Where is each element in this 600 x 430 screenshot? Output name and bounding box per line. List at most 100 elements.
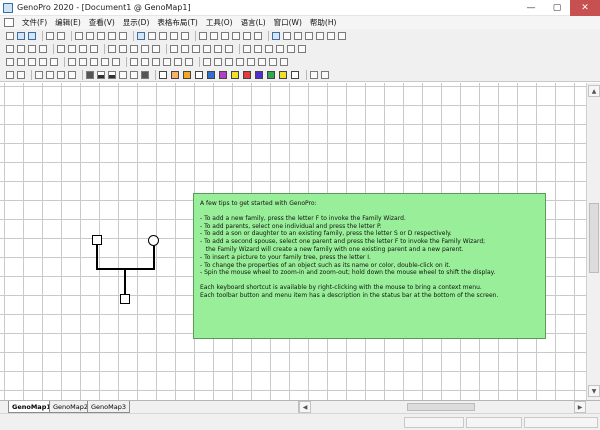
- child-male-symbol[interactable]: [120, 294, 130, 304]
- text-icon[interactable]: [283, 31, 291, 40]
- color-swatch-11[interactable]: [279, 70, 287, 79]
- fill-full-icon[interactable]: [86, 70, 94, 79]
- maximize-button[interactable]: ▢: [544, 0, 570, 16]
- fill-bottom-icon[interactable]: [108, 70, 116, 79]
- connector-c-icon[interactable]: [152, 57, 160, 66]
- miscarriage-icon[interactable]: [79, 44, 87, 53]
- divorced-icon[interactable]: [119, 44, 127, 53]
- zoom-in-icon[interactable]: [159, 31, 167, 40]
- emotional-close-icon[interactable]: [170, 44, 178, 53]
- relationship-icon[interactable]: [221, 31, 229, 40]
- label-icon[interactable]: [272, 31, 280, 40]
- line-triple-icon[interactable]: [50, 57, 58, 66]
- scroll-left-button[interactable]: ◀: [299, 401, 311, 413]
- copy-icon[interactable]: [86, 31, 94, 40]
- align-center-icon[interactable]: [254, 44, 262, 53]
- table-icon[interactable]: [287, 44, 295, 53]
- menu-help[interactable]: 帮助(H): [306, 16, 341, 29]
- cross-icon[interactable]: [46, 70, 54, 79]
- shape-g-icon[interactable]: [269, 57, 277, 66]
- double-slash-icon[interactable]: [57, 70, 65, 79]
- print-icon[interactable]: [46, 31, 54, 40]
- fill-half-icon[interactable]: [97, 70, 105, 79]
- shape-f-icon[interactable]: [258, 57, 266, 66]
- align-right-icon[interactable]: [265, 44, 273, 53]
- shape-e-icon[interactable]: [247, 57, 255, 66]
- shape-a-icon[interactable]: [203, 57, 211, 66]
- female-individual-symbol[interactable]: [148, 235, 159, 246]
- wave-line-icon[interactable]: [6, 70, 14, 79]
- paste-icon[interactable]: [97, 31, 105, 40]
- line-double-icon[interactable]: [39, 57, 47, 66]
- scroll-up-button[interactable]: ▲: [588, 85, 600, 97]
- female-symbol-icon[interactable]: [17, 44, 25, 53]
- male-symbol-icon[interactable]: [6, 44, 14, 53]
- align-left-icon[interactable]: [243, 44, 251, 53]
- menu-language[interactable]: 语言(L): [237, 16, 270, 29]
- color-swatch-8[interactable]: [243, 70, 251, 79]
- separated-icon[interactable]: [130, 44, 138, 53]
- color-swatch-2[interactable]: [171, 70, 179, 79]
- tab-genomap3[interactable]: GenoMap3: [87, 401, 130, 413]
- triple-slash-icon[interactable]: [68, 70, 76, 79]
- fill-dark-icon[interactable]: [141, 70, 149, 79]
- genomap-canvas[interactable]: A few tips to get started with GenoPro: …: [0, 83, 586, 400]
- vertical-scrollbar[interactable]: ▲ ▼: [586, 83, 600, 400]
- open-folder-icon[interactable]: [17, 31, 25, 40]
- adoption-icon[interactable]: [243, 31, 251, 40]
- twins-icon[interactable]: [232, 31, 240, 40]
- line-cross-icon[interactable]: [90, 57, 98, 66]
- double-wave-icon[interactable]: [17, 70, 25, 79]
- redo-icon[interactable]: [119, 31, 127, 40]
- fill-none-icon[interactable]: [130, 70, 138, 79]
- color-swatch-7[interactable]: [231, 70, 239, 79]
- pet-symbol-icon[interactable]: [39, 44, 47, 53]
- zoom-fit-icon[interactable]: [181, 31, 189, 40]
- menu-view[interactable]: 查看(V): [85, 16, 119, 29]
- line-dotted-icon[interactable]: [28, 57, 36, 66]
- forward-arrow-icon[interactable]: [310, 70, 318, 79]
- scroll-down-button[interactable]: ▼: [588, 385, 600, 397]
- deceased-icon[interactable]: [57, 44, 65, 53]
- color-swatch-10[interactable]: [267, 70, 275, 79]
- minimize-button[interactable]: —: [518, 0, 544, 16]
- fill-color-icon[interactable]: [327, 31, 335, 40]
- menu-display[interactable]: 显示(D): [119, 16, 154, 29]
- fill-quarter-icon[interactable]: [119, 70, 127, 79]
- shape-c-icon[interactable]: [225, 57, 233, 66]
- tab-genomap1[interactable]: GenoMap1: [8, 401, 55, 413]
- family-icon[interactable]: [199, 31, 207, 40]
- cohabitation-icon[interactable]: [152, 44, 160, 53]
- shape-h-icon[interactable]: [280, 57, 288, 66]
- shape-d-icon[interactable]: [236, 57, 244, 66]
- paint-bucket-icon[interactable]: [338, 31, 346, 40]
- menu-file[interactable]: 文件(F): [18, 16, 51, 29]
- line-wave-icon[interactable]: [79, 57, 87, 66]
- color-swatch-6[interactable]: [219, 70, 227, 79]
- toolbar-more-icon[interactable]: [321, 70, 329, 79]
- line-bidirectional-icon[interactable]: [112, 57, 120, 66]
- font-icon[interactable]: [294, 31, 302, 40]
- connector-d-icon[interactable]: [163, 57, 171, 66]
- pregnancy-icon[interactable]: [68, 44, 76, 53]
- print-preview-icon[interactable]: [57, 31, 65, 40]
- select-icon[interactable]: [137, 31, 145, 40]
- connector-f-icon[interactable]: [185, 57, 193, 66]
- tips-note[interactable]: A few tips to get started with GenoPro: …: [193, 193, 546, 339]
- color-swatch-1[interactable]: [159, 70, 167, 79]
- unknown-symbol-icon[interactable]: [28, 44, 36, 53]
- slash-icon[interactable]: [35, 70, 43, 79]
- married-icon[interactable]: [108, 44, 116, 53]
- color-swatch-3[interactable]: [183, 70, 191, 79]
- emotional-distant-icon[interactable]: [192, 44, 200, 53]
- line-dashed-icon[interactable]: [17, 57, 25, 66]
- line-arrow-icon[interactable]: [101, 57, 109, 66]
- emotional-love-icon[interactable]: [225, 44, 233, 53]
- color-swatch-5[interactable]: [207, 70, 215, 79]
- color-swatch-9[interactable]: [255, 70, 263, 79]
- menu-edit[interactable]: 编辑(E): [51, 16, 85, 29]
- emotional-cutoff-icon[interactable]: [203, 44, 211, 53]
- emotional-hostile-icon[interactable]: [181, 44, 189, 53]
- hand-icon[interactable]: [148, 31, 156, 40]
- document-system-icon[interactable]: [4, 18, 14, 27]
